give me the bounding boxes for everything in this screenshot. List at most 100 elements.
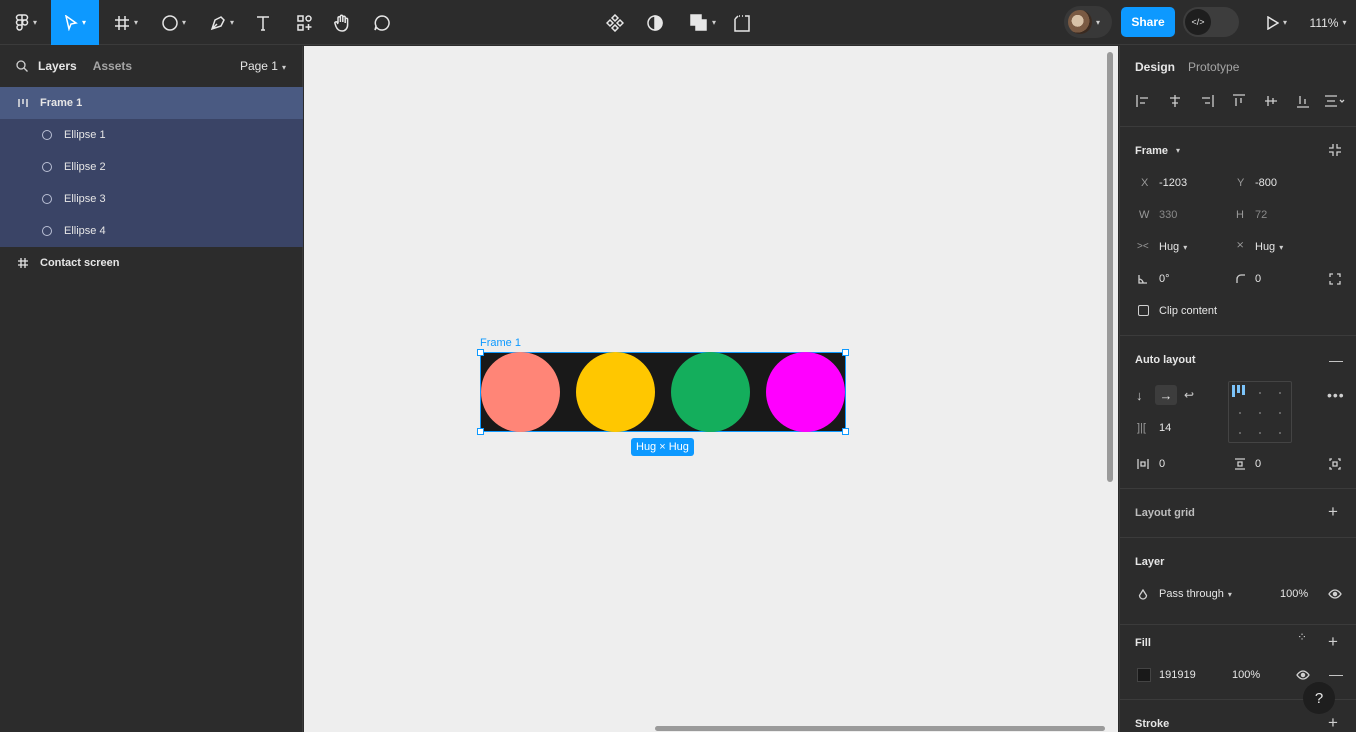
- zoom-menu-button[interactable]: 111% ▾: [1305, 0, 1351, 45]
- comment-icon: [374, 14, 390, 31]
- alignment-indicator-icon: [1232, 385, 1245, 397]
- text-tool-button[interactable]: [252, 0, 274, 45]
- independent-corners-icon[interactable]: [1329, 273, 1341, 288]
- resize-to-fit-icon[interactable]: [1328, 143, 1342, 160]
- chevron-down-icon[interactable]: ▾: [1176, 146, 1180, 155]
- corner-radius-input[interactable]: 0: [1255, 273, 1261, 285]
- crop-button[interactable]: [731, 0, 753, 45]
- align-top-icon[interactable]: [1232, 94, 1246, 111]
- ellipse-3[interactable]: [671, 352, 750, 432]
- fill-hex-input[interactable]: 191919: [1159, 669, 1196, 681]
- ellipse-2[interactable]: [576, 352, 655, 432]
- shape-tool-button[interactable]: ▾: [156, 0, 192, 45]
- search-icon[interactable]: [16, 60, 28, 72]
- frame-tool-button[interactable]: ▾: [108, 0, 144, 45]
- present-button[interactable]: ▾: [1260, 0, 1292, 45]
- frame-name-label[interactable]: Frame 1: [480, 337, 521, 349]
- ellipse-1[interactable]: [481, 352, 560, 432]
- clip-content-label: Clip content: [1159, 305, 1218, 317]
- dev-mode-toggle[interactable]: </>: [1183, 7, 1239, 37]
- autolayout-icon: [16, 97, 30, 109]
- align-horizontal-center-icon[interactable]: [1168, 94, 1182, 111]
- layer-row-frame-1[interactable]: Frame 1: [0, 87, 303, 119]
- contrast-icon: [647, 14, 663, 31]
- remove-fill-icon[interactable]: —: [1329, 666, 1343, 682]
- horizontal-padding-icon: [1137, 458, 1149, 473]
- hand-icon: [334, 14, 349, 32]
- resize-handle-top-left[interactable]: [477, 349, 484, 356]
- eye-icon[interactable]: [1296, 669, 1310, 684]
- fill-opacity-input[interactable]: 100%: [1232, 669, 1260, 681]
- remove-auto-layout-icon[interactable]: —: [1329, 352, 1343, 368]
- tab-design[interactable]: Design: [1135, 60, 1175, 74]
- vertical-direction-icon[interactable]: ↓: [1136, 388, 1143, 403]
- layer-row-ellipse-1[interactable]: Ellipse 1: [0, 119, 303, 151]
- frame-icon: [114, 15, 129, 30]
- layer-opacity-input[interactable]: 100%: [1280, 588, 1308, 600]
- horizontal-padding-input[interactable]: 0: [1159, 458, 1165, 470]
- gap-input[interactable]: 14: [1159, 422, 1171, 434]
- vertical-scrollbar[interactable]: [1107, 52, 1113, 482]
- wrap-icon[interactable]: ↩: [1184, 388, 1194, 402]
- move-tool-button[interactable]: ▾: [51, 0, 99, 45]
- h-input[interactable]: 72: [1255, 209, 1267, 221]
- distribute-menu-icon[interactable]: [1324, 94, 1346, 111]
- vertical-padding-input[interactable]: 0: [1255, 458, 1261, 470]
- height-mode-select[interactable]: Hug ▾: [1255, 241, 1283, 253]
- layer-row-ellipse-3[interactable]: Ellipse 3: [0, 183, 303, 215]
- comment-tool-button[interactable]: [371, 0, 393, 45]
- individual-padding-icon[interactable]: [1329, 458, 1341, 473]
- height-mode-value: Hug: [1255, 241, 1276, 253]
- resize-handle-bottom-left[interactable]: [477, 428, 484, 435]
- tab-layers[interactable]: Layers: [38, 59, 77, 73]
- resources-icon: [297, 14, 312, 31]
- align-left-icon[interactable]: [1136, 94, 1150, 111]
- mask-button[interactable]: [644, 0, 666, 45]
- w-input[interactable]: 330: [1159, 209, 1177, 221]
- vertical-padding-icon: [1234, 458, 1246, 473]
- align-bottom-icon[interactable]: [1296, 94, 1310, 111]
- frame-section-title[interactable]: Frame: [1135, 145, 1168, 157]
- pen-tool-button[interactable]: ▾: [204, 0, 240, 45]
- align-vertical-center-icon[interactable]: [1264, 94, 1278, 111]
- x-input[interactable]: -1203: [1159, 177, 1187, 189]
- fill-color-swatch[interactable]: [1137, 668, 1151, 682]
- horizontal-scrollbar[interactable]: [655, 726, 1105, 731]
- align-right-icon[interactable]: [1200, 94, 1214, 111]
- boolean-button[interactable]: ▾: [686, 0, 720, 45]
- resize-handle-top-right[interactable]: [842, 349, 849, 356]
- clip-content-checkbox[interactable]: [1138, 305, 1149, 316]
- resize-handle-bottom-right[interactable]: [842, 428, 849, 435]
- blend-mode-select[interactable]: Pass through ▾: [1159, 588, 1232, 600]
- resources-button[interactable]: [294, 0, 316, 45]
- add-fill-icon[interactable]: +: [1328, 632, 1338, 652]
- help-button[interactable]: ?: [1303, 682, 1335, 714]
- divider: [1120, 624, 1356, 625]
- rotation-input[interactable]: 0°: [1159, 273, 1170, 285]
- tab-assets[interactable]: Assets: [93, 59, 132, 73]
- alignment-grid[interactable]: [1228, 381, 1292, 443]
- user-menu-button[interactable]: ▾: [1064, 6, 1112, 38]
- blend-mode-icon: [1138, 588, 1148, 604]
- layer-row-ellipse-2[interactable]: Ellipse 2: [0, 151, 303, 183]
- layer-row-ellipse-4[interactable]: Ellipse 4: [0, 215, 303, 247]
- horizontal-direction-icon[interactable]: →: [1155, 385, 1177, 405]
- styles-icon[interactable]: ⁘: [1297, 631, 1307, 643]
- hand-tool-button[interactable]: [331, 0, 353, 45]
- eye-icon[interactable]: [1328, 588, 1342, 603]
- layer-row-contact-screen[interactable]: Contact screen: [0, 247, 303, 279]
- stroke-section-title: Stroke: [1135, 718, 1170, 730]
- add-stroke-icon[interactable]: +: [1328, 713, 1338, 732]
- page-selector[interactable]: Page 1 ▾: [240, 59, 286, 73]
- add-layout-grid-icon[interactable]: +: [1328, 502, 1338, 522]
- main-menu-button[interactable]: ▾: [8, 0, 44, 45]
- frame-1[interactable]: [480, 352, 846, 432]
- share-button[interactable]: Share: [1121, 7, 1175, 37]
- chevron-down-icon: ▾: [1282, 18, 1287, 27]
- width-mode-select[interactable]: Hug ▾: [1159, 241, 1187, 253]
- tab-prototype[interactable]: Prototype: [1188, 60, 1239, 74]
- y-input[interactable]: -800: [1255, 177, 1277, 189]
- more-options-icon[interactable]: •••: [1327, 387, 1345, 403]
- component-button[interactable]: [604, 0, 626, 45]
- ellipse-4[interactable]: [766, 352, 845, 432]
